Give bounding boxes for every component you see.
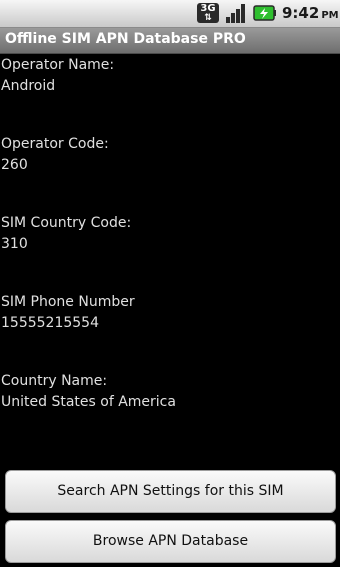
sim-country-code-label: SIM Country Code: — [1, 215, 132, 231]
search-apn-settings-button[interactable]: Search APN Settings for this SIM — [5, 470, 336, 513]
operator-code-value: 260 — [1, 157, 28, 173]
app-title: Offline SIM APN Database PRO — [5, 31, 246, 47]
status-bar: 3G ⇅ 9:42 PM — [0, 0, 340, 28]
operator-code-field: Operator Code: 260 — [1, 134, 109, 176]
operator-name-label: Operator Name: — [1, 57, 115, 73]
3g-data-icon: 3G ⇅ — [197, 3, 219, 23]
sim-phone-number-value: 15555215554 — [1, 315, 99, 331]
clock-ampm: PM — [321, 10, 339, 21]
browse-apn-database-button[interactable]: Browse APN Database — [5, 520, 336, 563]
country-name-label: Country Name: — [1, 373, 108, 389]
status-clock: 9:42 PM — [282, 4, 339, 22]
clock-time: 9:42 — [282, 4, 320, 22]
sim-phone-number-field: SIM Phone Number 15555215554 — [1, 292, 135, 334]
sim-country-code-value: 310 — [1, 236, 28, 252]
battery-charging-icon — [253, 5, 276, 21]
signal-strength-icon — [226, 4, 245, 23]
sim-country-code-field: SIM Country Code: 310 — [1, 213, 131, 255]
operator-name-value: Android — [1, 78, 56, 94]
operator-code-label: Operator Code: — [1, 136, 109, 152]
data-activity-arrows: ⇅ — [204, 13, 212, 23]
country-name-field: Country Name: United States of America — [1, 371, 176, 413]
country-name-value: United States of America — [1, 394, 176, 410]
operator-name-field: Operator Name: Android — [1, 55, 114, 97]
sim-phone-number-label: SIM Phone Number — [1, 294, 135, 310]
app-title-bar: Offline SIM APN Database PRO — [0, 28, 340, 54]
